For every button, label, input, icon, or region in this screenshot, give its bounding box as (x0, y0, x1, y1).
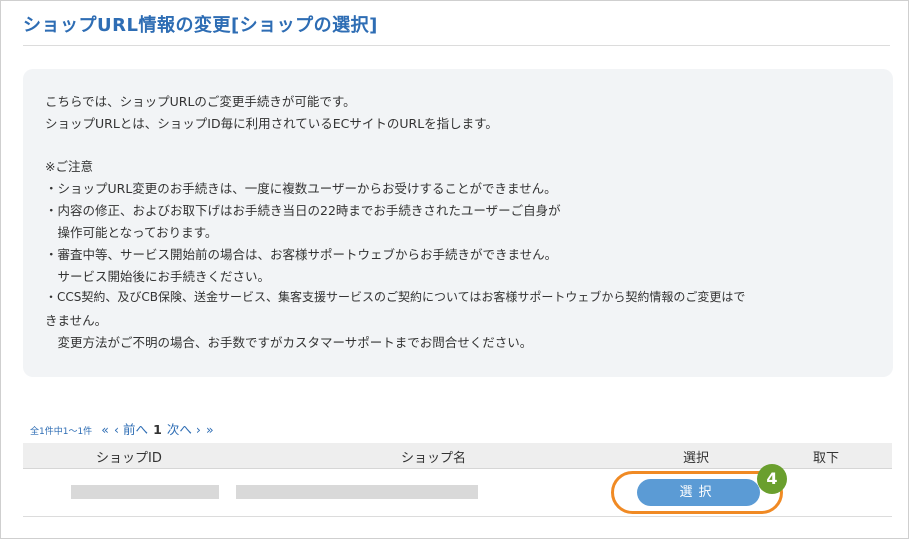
title-divider (23, 45, 890, 46)
column-header-shop-id: ショップID (96, 451, 162, 466)
redacted-shop-name (236, 485, 478, 499)
notice-line: こちらでは、ショップURLのご変更手続きが可能です。 (45, 94, 356, 109)
column-header-select: 選択 (683, 451, 710, 466)
notice-line: ・CCS契約、及びCB保険、送金サービス、集客支援サービスのご契約についてはお客… (45, 290, 746, 304)
column-header-shop-name: ショップ名 (401, 451, 467, 466)
select-button[interactable]: 選択 (637, 479, 760, 506)
step-number-badge: 4 (757, 464, 787, 494)
notice-line: 変更方法がご不明の場合、お手数ですがカスタマーサポートまでお問合せください。 (45, 335, 533, 350)
redacted-shop-id (71, 485, 219, 499)
notice-line: ・内容の修正、およびお取下げはお手続き当日の22時までお手続きされたユーザーご自… (45, 203, 561, 218)
notice-box: こちらでは、ショップURLのご変更手続きが可能です。 ショップURLとは、ショッ… (23, 69, 893, 377)
notice-line: ・審査中等、サービス開始前の場合は、お客様サポートウェブからお手続きができません… (45, 247, 558, 262)
notice-line: ※ご注意 (45, 159, 93, 174)
result-count: 全1件中1〜1件 (30, 427, 93, 437)
row-divider (23, 516, 892, 517)
prev-page-link[interactable]: ‹ 前へ (114, 422, 148, 437)
notice-line: きません。 (45, 313, 108, 328)
table-header: ショップID ショップ名 選択 取下 (23, 443, 892, 469)
current-page: 1 (153, 422, 162, 437)
notice-line: サービス開始後にお手続きください。 (45, 269, 271, 284)
first-page-link[interactable]: « (101, 422, 109, 437)
next-page-link[interactable]: 次へ › (167, 422, 201, 437)
last-page-link[interactable]: » (206, 422, 214, 437)
notice-line: 操作可能となっております。 (45, 225, 218, 240)
page-title: ショップURL情報の変更[ショップの選択] (23, 15, 378, 36)
notice-line: ショップURLとは、ショップID毎に利用されているECサイトのURLを指します。 (45, 116, 498, 131)
notice-line: ・ショップURL変更のお手続きは、一度に複数ユーザーからお受けすることができませ… (45, 181, 557, 196)
pagination: 全1件中1〜1件 « ‹ 前へ 1 次へ › » (30, 419, 214, 438)
page-frame: ショップURL情報の変更[ショップの選択] こちらでは、ショップURLのご変更手… (0, 0, 909, 539)
column-header-withdraw: 取下 (813, 451, 840, 466)
